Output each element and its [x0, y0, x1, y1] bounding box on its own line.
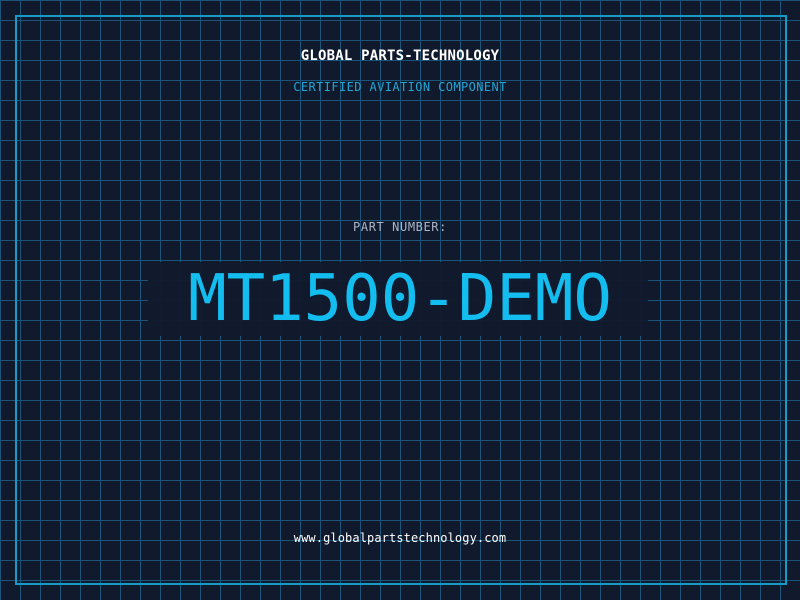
- part-number-label: PART NUMBER:: [353, 220, 447, 234]
- website-link-text: www.globalpartstechnology.com: [293, 531, 507, 545]
- part-number-value: MT1500-DEMO: [188, 262, 612, 336]
- company-title: GLOBAL PARTS-TECHNOLOGY: [300, 48, 500, 64]
- certification-subtitle: CERTIFIED AVIATION COMPONENT: [293, 80, 507, 94]
